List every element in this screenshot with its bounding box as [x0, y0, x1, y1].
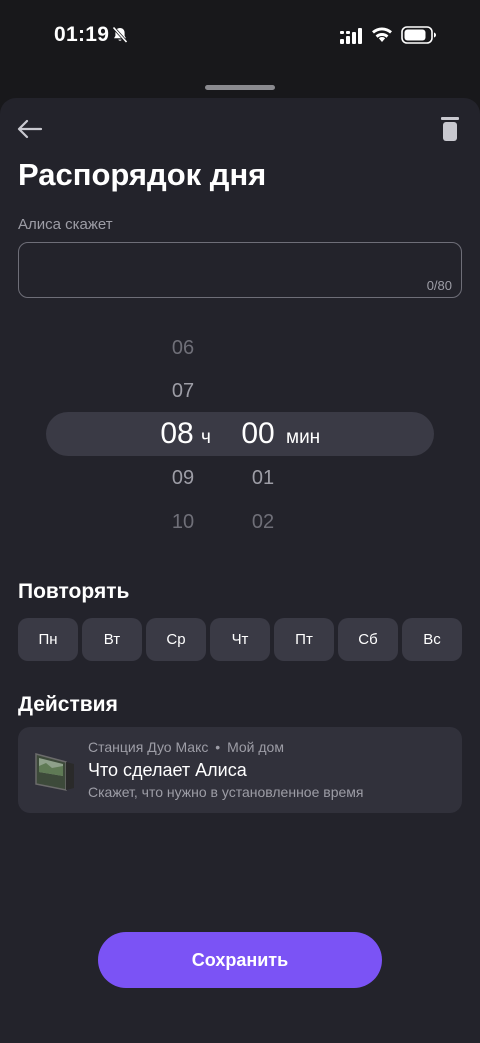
- minute-unit-label: мин: [286, 427, 321, 448]
- home-name: Мой дом: [227, 739, 284, 755]
- day-chip-mon[interactable]: Пн: [18, 618, 78, 661]
- day-chip-thu[interactable]: Чт: [210, 618, 270, 661]
- action-card-title: Что сделает Алиса: [88, 760, 247, 780]
- battery-icon: [401, 26, 436, 44]
- alice-says-label: Алиса скажет: [18, 216, 113, 233]
- hour-option[interactable]: 10: [153, 511, 213, 534]
- bell-muted-icon: [112, 26, 128, 44]
- actions-section-title: Действия: [18, 693, 118, 716]
- alice-says-input[interactable]: 0/80: [18, 242, 462, 298]
- hour-unit-label: ч: [201, 427, 211, 448]
- device-location-line: Станция Дуо Макс • Мой дом: [88, 739, 284, 755]
- device-name: Станция Дуо Макс: [88, 739, 209, 755]
- hour-option[interactable]: 07: [153, 380, 213, 403]
- minute-option[interactable]: 02: [233, 511, 293, 534]
- action-card-subtitle: Скажет, что нужно в установленное время: [88, 784, 364, 800]
- hour-option[interactable]: 06: [153, 337, 213, 360]
- day-chip-wed[interactable]: Ср: [146, 618, 206, 661]
- meta-separator: •: [215, 739, 221, 755]
- day-chip-fri[interactable]: Пт: [274, 618, 334, 661]
- trash-icon[interactable]: [438, 116, 462, 142]
- minute-selected[interactable]: 00: [228, 417, 288, 451]
- repeat-section-title: Повторять: [18, 580, 130, 603]
- day-chip-sat[interactable]: Сб: [338, 618, 398, 661]
- character-counter: 0/80: [426, 278, 452, 293]
- back-arrow-icon[interactable]: [14, 116, 46, 142]
- day-chip-sun[interactable]: Вс: [402, 618, 462, 661]
- cellular-signal-icon: [340, 28, 362, 44]
- page-title: Распорядок дня: [18, 157, 267, 192]
- status-bar: 01:19: [0, 0, 480, 70]
- action-card[interactable]: Станция Дуо Макс • Мой дом Что сделает А…: [18, 727, 462, 813]
- day-chip-tue[interactable]: Вт: [82, 618, 142, 661]
- status-time: 01:19: [54, 23, 110, 46]
- bottom-sheet: [0, 98, 480, 1043]
- hour-selected[interactable]: 08: [147, 417, 207, 451]
- save-button[interactable]: Сохранить: [98, 932, 382, 988]
- minute-option[interactable]: 01: [233, 467, 293, 490]
- smart-display-device-icon: [35, 753, 74, 791]
- sheet-grabber[interactable]: [205, 85, 275, 90]
- hour-option[interactable]: 09: [153, 467, 213, 490]
- wifi-icon: [372, 27, 392, 42]
